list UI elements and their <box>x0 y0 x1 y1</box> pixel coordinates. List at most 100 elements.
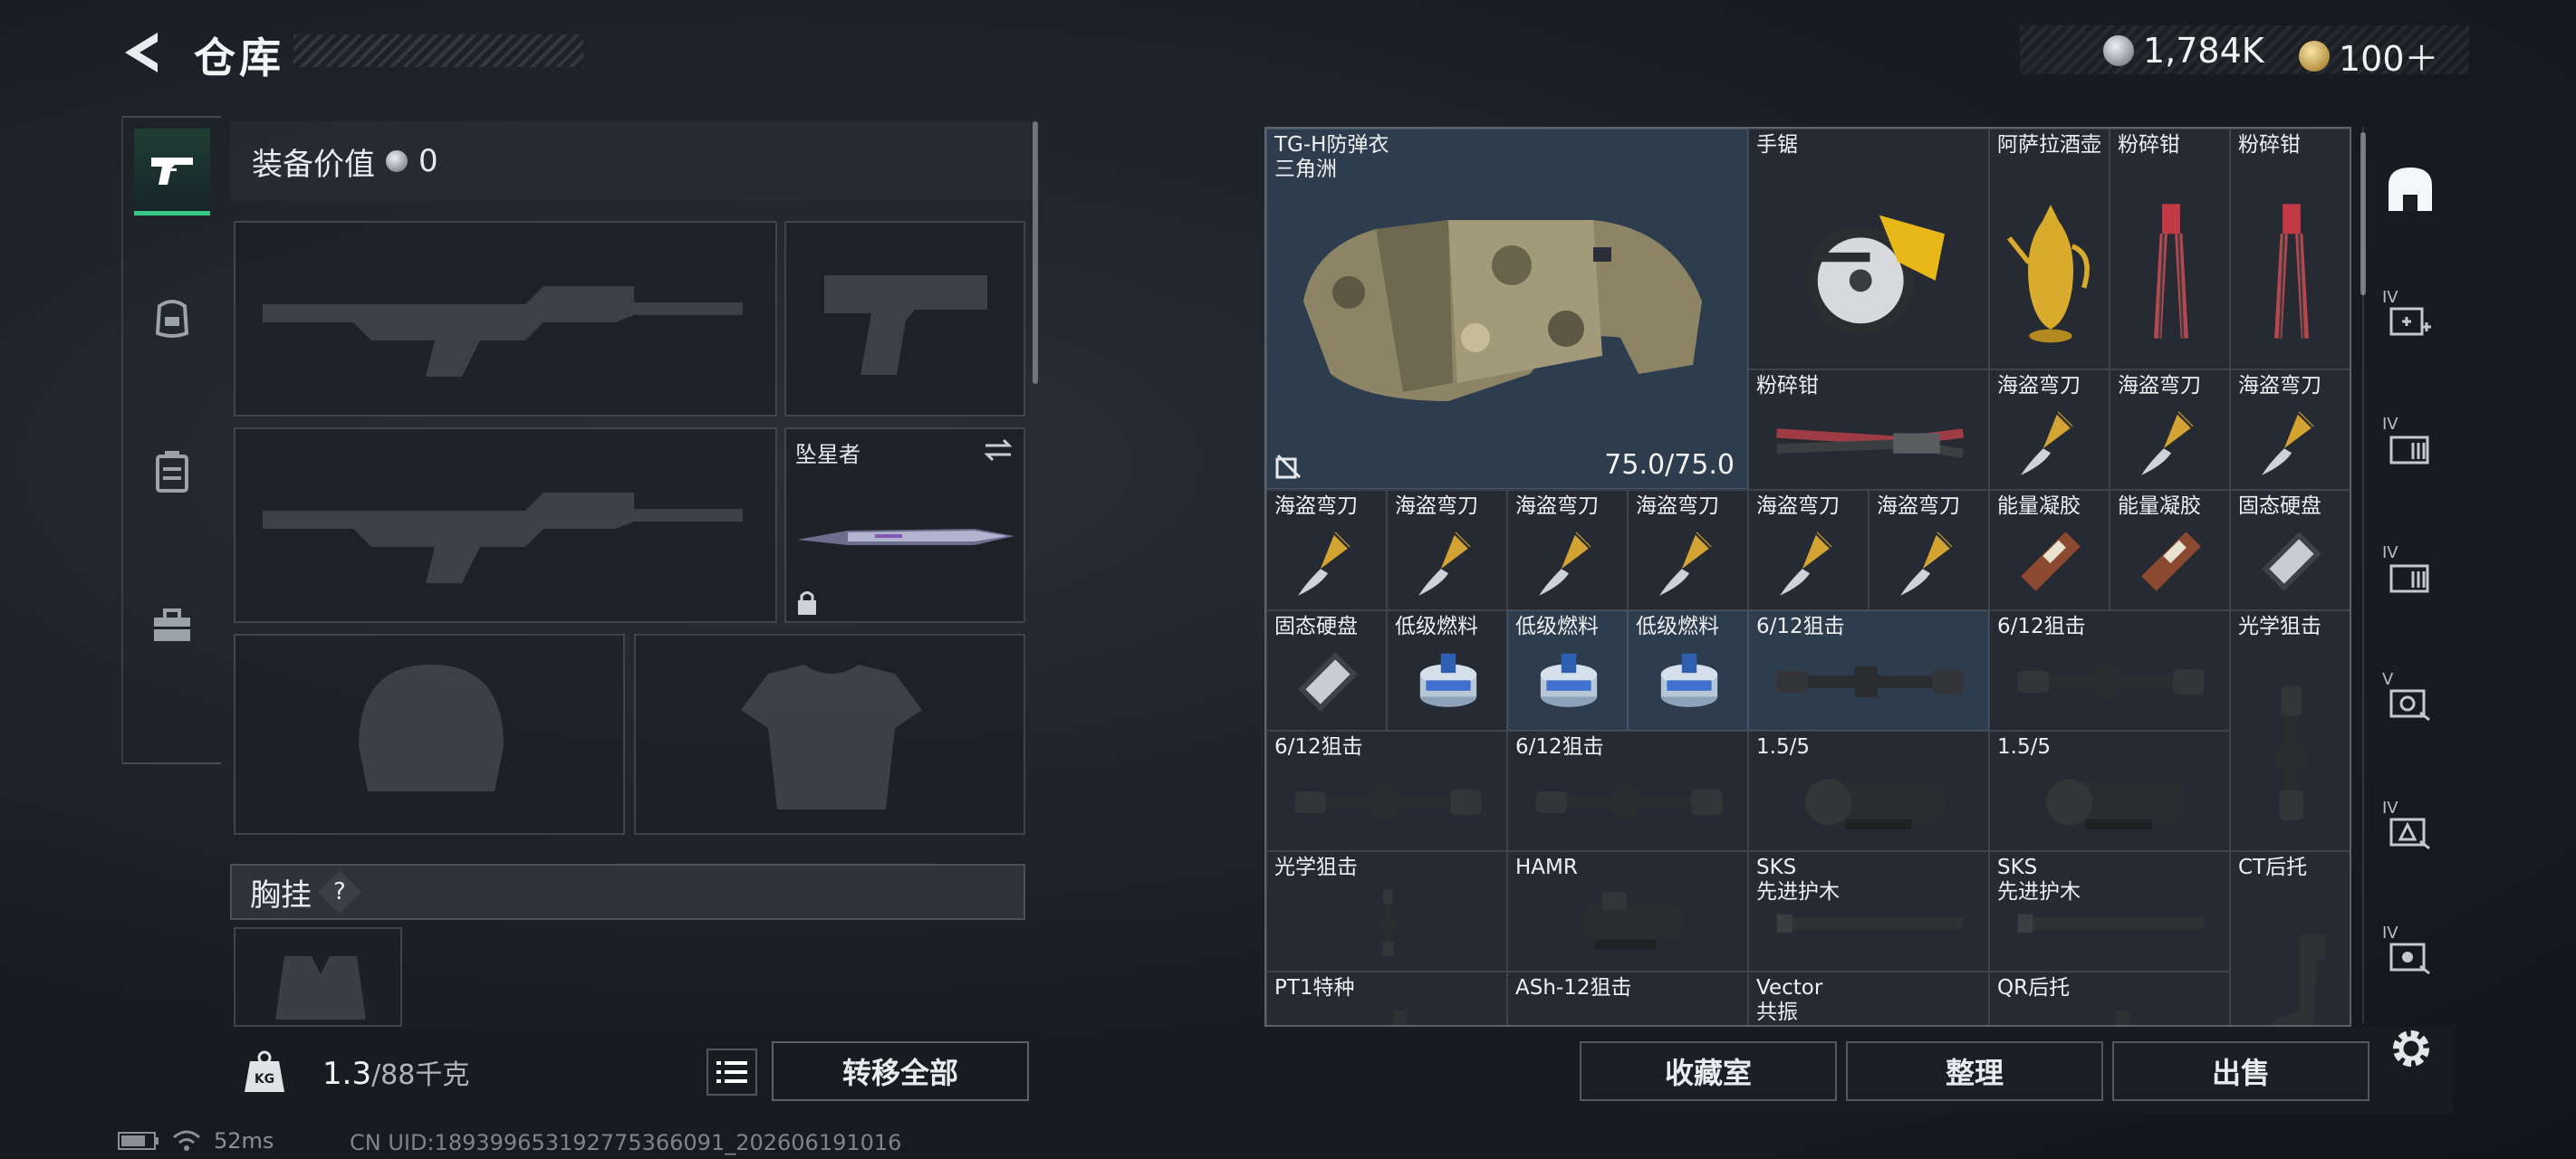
sort-button[interactable]: 整理 <box>1846 1041 2103 1101</box>
list-view-button[interactable] <box>706 1049 757 1096</box>
melee-slot[interactable]: 坠星者 <box>784 427 1025 623</box>
stash-item[interactable]: 海盗弯刀 <box>1628 490 1748 610</box>
stash-item[interactable]: 海盗弯刀 <box>2110 369 2230 490</box>
settings-gear-icon[interactable] <box>2384 1021 2438 1076</box>
stash-item[interactable]: 固态硬盘 <box>2230 490 2350 610</box>
filter-all-button[interactable] <box>2379 158 2442 221</box>
melee-name: 坠星者 <box>795 442 860 467</box>
equipment-scrollbar[interactable] <box>1033 121 1038 384</box>
scope-box-icon <box>2389 689 2430 722</box>
filter-misc-button[interactable]: IV <box>2379 924 2442 987</box>
stash-item[interactable]: 粉碎钳 <box>1748 369 1989 490</box>
equipment-value: 0 <box>418 143 438 179</box>
stash-grid: TG-H防弹衣 三角洲 75.0/75.0 手锯 阿萨拉酒壶 粉碎钳 粉碎钳 粉碎钳 海盗… <box>1264 127 2351 1027</box>
item-name: 海盗弯刀 <box>2238 374 2321 398</box>
stash-item[interactable]: 粉碎钳 <box>2110 129 2230 369</box>
rail-divider <box>123 762 221 764</box>
item-name-text: 6/12狙击 <box>1997 615 2086 638</box>
pistol-slot[interactable] <box>784 221 1025 417</box>
item-name-text: 海盗弯刀 <box>1636 494 1719 518</box>
filter-valuables-button[interactable]: IV <box>2379 799 2442 862</box>
item-name: 固态硬盘 <box>2238 494 2321 519</box>
gold-currency[interactable]: 100＋ <box>2299 31 2439 81</box>
stash-item[interactable]: 6/12狙击 <box>1507 731 1748 851</box>
rail-tab-weapons[interactable] <box>134 129 210 216</box>
item-name: TG-H防弹衣 三角洲 <box>1274 133 1389 182</box>
stash-item[interactable]: SKS 先进护木 <box>1989 851 2230 972</box>
stash-filter-rail: IV IV IV V IV IV <box>2362 127 2453 1023</box>
stash-item[interactable]: 固态硬盘 <box>1266 610 1387 731</box>
silver-coin-icon <box>386 150 408 172</box>
chest-rig-bar[interactable]: 胸挂 ? <box>230 864 1025 920</box>
stash-item[interactable]: QR后托 <box>1989 972 2230 1025</box>
item-name: 1.5/5 <box>1756 735 1810 760</box>
filter-ammo-button[interactable]: IV <box>2379 415 2442 478</box>
collection-room-button[interactable]: 收藏室 <box>1580 1041 1837 1101</box>
stash-scrollbar[interactable] <box>2360 132 2366 295</box>
stash-item[interactable]: 低级燃料 <box>1507 610 1628 731</box>
item-name: 低级燃料 <box>1395 615 1478 639</box>
chest-rig-slot[interactable] <box>234 927 402 1027</box>
item-name: 海盗弯刀 <box>1997 374 2081 398</box>
item-name-text: Vector <box>1756 976 1823 1000</box>
item-name: 能量凝胶 <box>2118 494 2201 519</box>
stash-item[interactable]: 海盗弯刀 <box>2230 369 2350 490</box>
secondary-weapon-slot[interactable] <box>234 427 777 623</box>
stash-item[interactable]: 能量凝胶 <box>2110 490 2230 610</box>
rail-tab-backpack[interactable] <box>134 427 210 514</box>
filter-tier-tag: IV <box>2382 799 2398 818</box>
rail-tab-helmet[interactable] <box>134 275 210 362</box>
helmet-slot[interactable] <box>234 634 625 835</box>
stash-item[interactable]: 6/12狙击 <box>1989 610 2230 731</box>
filter-magazine-button[interactable]: IV <box>2379 543 2442 607</box>
stash-item[interactable]: 能量凝胶 <box>1989 490 2110 610</box>
item-name-text: 光学狙击 <box>1274 856 1358 879</box>
stash-item[interactable]: 1.5/5 <box>1989 731 2230 851</box>
stash-item[interactable]: CT后托 <box>2230 851 2350 1025</box>
stash-item[interactable]: ASh-12狙击 <box>1507 972 1748 1025</box>
filter-attachment-button[interactable]: V <box>2379 670 2442 733</box>
filter-medical-button[interactable]: IV <box>2379 288 2442 351</box>
stash-item[interactable]: 海盗弯刀 <box>1266 490 1387 610</box>
item-name-text: SKS <box>1997 856 2038 879</box>
item-name: 低级燃料 <box>1636 615 1719 639</box>
item-name-text: 粉碎钳 <box>2238 133 2301 157</box>
transfer-all-button[interactable]: 转移全部 <box>772 1041 1029 1101</box>
item-name-text: HAMR <box>1515 856 1578 879</box>
stash-item[interactable]: 低级燃料 <box>1387 610 1507 731</box>
stash-item[interactable]: 粉碎钳 <box>2230 129 2350 369</box>
stash-item[interactable]: 海盗弯刀 <box>1989 369 2110 490</box>
stash-item[interactable]: 海盗弯刀 <box>1387 490 1507 610</box>
stash-item-armor[interactable]: TG-H防弹衣 三角洲 75.0/75.0 <box>1266 129 1748 489</box>
item-name-text: ASh-12狙击 <box>1515 976 1632 1000</box>
stash-item[interactable]: 手锯 <box>1748 129 1989 369</box>
help-icon[interactable]: ? <box>317 869 362 915</box>
stash-item[interactable]: 6/12狙击 <box>1266 731 1507 851</box>
stash-item[interactable]: SKS 先进护木 <box>1748 851 1989 972</box>
stash-item[interactable]: 海盗弯刀 <box>1748 490 1869 610</box>
repair-icon <box>1275 454 1302 479</box>
item-name-text: 能量凝胶 <box>1997 494 2081 518</box>
item-name-text: 手锯 <box>1756 133 1798 157</box>
armor-slot[interactable] <box>634 634 1025 835</box>
stash-item[interactable]: 海盗弯刀 <box>1507 490 1628 610</box>
stash-item[interactable]: 光学狙击 <box>2230 610 2350 851</box>
silver-currency[interactable]: 1,784K <box>2103 31 2264 71</box>
primary-weapon-slot[interactable] <box>234 221 777 417</box>
rail-tab-toolbox[interactable] <box>134 583 210 670</box>
user-uid: CN UID:18939965319277536609‌1_2026061910… <box>350 1130 902 1155</box>
filter-tier-tag: IV <box>2382 543 2398 562</box>
stash-item[interactable]: 6/12狙击 <box>1748 610 1989 731</box>
back-arrow-icon[interactable] <box>118 25 172 80</box>
stash-item[interactable]: 低级燃料 <box>1628 610 1748 731</box>
stash-item[interactable]: 光学狙击 <box>1266 851 1507 972</box>
stash-item[interactable]: 阿萨拉酒壶 <box>1989 129 2110 369</box>
stash-item[interactable]: HAMR <box>1507 851 1748 972</box>
stash-item[interactable]: 1.5/5 <box>1748 731 1989 851</box>
sell-button[interactable]: 出售 <box>2112 1041 2369 1101</box>
stash-item[interactable]: PT1特种 <box>1266 972 1507 1025</box>
item-name: 6/12狙击 <box>1997 615 2086 639</box>
item-name: 海盗弯刀 <box>1877 494 1960 519</box>
stash-item[interactable]: 海盗弯刀 <box>1869 490 1989 610</box>
stash-item[interactable]: Vector 共振 <box>1748 972 1989 1025</box>
